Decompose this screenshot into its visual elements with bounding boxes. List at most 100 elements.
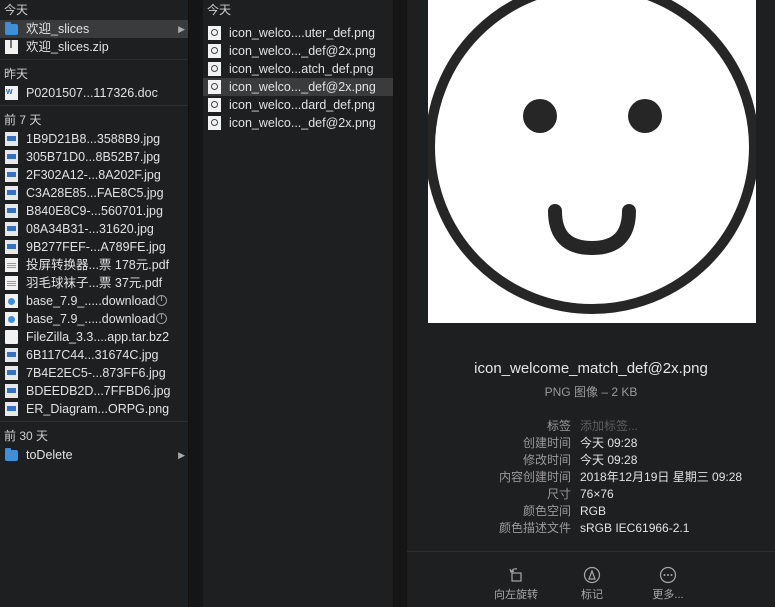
section-header: 前 7 天 [4, 113, 42, 127]
column-divider[interactable] [393, 0, 407, 607]
section-header: 今天 [4, 3, 29, 17]
folder-row[interactable]: toDelete ▶ [0, 446, 188, 464]
file-row[interactable]: 1B9D21B8...3588B9.jpg [0, 130, 188, 148]
action-label: 更多... [652, 589, 684, 601]
image-thumbnail [428, 0, 756, 323]
download-file-icon [5, 312, 18, 326]
file-name: icon_welco...dard_def.png [229, 98, 375, 112]
file-name: icon_welco..._def@2x.png [229, 80, 376, 94]
file-row[interactable]: 08A34B31-...31620.jpg [0, 220, 188, 238]
file-name: base_7.9_.....download [26, 312, 156, 326]
file-row[interactable]: C3A28E85...FAE8C5.jpg [0, 184, 188, 202]
download-file-icon [5, 294, 18, 308]
metadata-key: 颜色描述文件 [498, 521, 571, 535]
chevron-right-icon: ▶ [178, 450, 185, 460]
image-file-icon [5, 402, 18, 416]
file-row[interactable]: 羽毛球袜子...票 37元.pdf [0, 274, 188, 292]
file-name: 1B9D21B8...3588B9.jpg [26, 132, 161, 146]
file-row[interactable]: 欢迎_slices.zip [0, 38, 188, 56]
file-row[interactable]: icon_welco..._def@2x.png [203, 114, 393, 132]
image-file-icon [5, 186, 18, 200]
file-row[interactable]: 2F302A12-...8A202F.jpg [0, 166, 188, 184]
add-tags-field[interactable]: 添加标签... [580, 418, 638, 435]
file-name: base_7.9_.....download [26, 294, 156, 308]
file-name: 7B4E2EC5-...873FF6.jpg [26, 366, 166, 380]
file-name: 9B277FEF-...A789FE.jpg [26, 240, 166, 254]
file-name: BDEEDB2D...7FFBD6.jpg [26, 384, 171, 398]
metadata-key: 内容创建时间 [498, 470, 571, 484]
metadata-value: sRGB IEC61966-2.1 [580, 521, 690, 535]
image-file-icon [5, 366, 18, 380]
file-name: ER_Diagram...ORPG.png [26, 402, 170, 416]
metadata-key: 标签 [546, 419, 571, 433]
metadata-value: 2018年12月19日 星期三 09:28 [580, 470, 743, 484]
file-row[interactable]: icon_welco...atch_def.png [203, 60, 393, 78]
section-divider [0, 59, 188, 60]
png-file-icon [208, 98, 221, 112]
file-row[interactable]: 投屏转换器...票 178元.pdf [0, 256, 188, 274]
file-row[interactable]: icon_welco..._def@2x.png [203, 78, 393, 96]
file-name: toDelete [26, 448, 73, 462]
metadata-value: RGB [580, 504, 607, 518]
metadata-list: 标签 添加标签... 创建时间 今天 09:28 修改时间 今天 09:28 内容创建时间 2… [407, 418, 775, 537]
more-button[interactable]: 更多... [633, 566, 703, 602]
section-divider [0, 421, 188, 422]
metadata-value: 今天 09:28 [580, 453, 638, 467]
metadata-key: 创建时间 [522, 436, 571, 450]
file-name: 2F302A12-...8A202F.jpg [26, 168, 161, 182]
pdf-file-icon [5, 258, 18, 272]
word-doc-icon [5, 86, 18, 100]
file-name: 6B117C44...31674C.jpg [26, 348, 159, 362]
folder-icon [5, 22, 18, 35]
file-name: P0201507...117326.doc [26, 86, 158, 100]
png-file-icon [208, 62, 221, 76]
file-row[interactable]: icon_welco....uter_def.png [203, 24, 393, 42]
metadata-row: 内容创建时间 2018年12月19日 星期三 09:28 [407, 469, 775, 486]
section-header: 昨天 [4, 67, 29, 81]
file-row[interactable]: 9B277FEF-...A789FE.jpg [0, 238, 188, 256]
file-row[interactable]: FileZilla_3.3....app.tar.bz2 [0, 328, 188, 346]
metadata-row: 标签 添加标签... [407, 418, 775, 435]
markup-button[interactable]: 标记 [557, 566, 627, 602]
finder-window: 今天欢迎_slices ▶ 欢迎_slices.zip 昨天 P0201507...11… [0, 0, 775, 607]
file-name: icon_welco....uter_def.png [229, 26, 375, 40]
file-row[interactable]: 6B117C44...31674C.jpg [0, 346, 188, 364]
file-name: icon_welco...atch_def.png [229, 62, 374, 76]
file-row[interactable]: 7B4E2EC5-...873FF6.jpg [0, 364, 188, 382]
folder-row[interactable]: 欢迎_slices ▶ [0, 20, 188, 38]
file-row[interactable]: icon_welco..._def@2x.png [203, 42, 393, 60]
file-name: 欢迎_slices [26, 22, 90, 36]
action-label: 标记 [581, 589, 603, 601]
column-divider[interactable] [189, 0, 204, 607]
quick-actions: 向左旋转 标记 更多... [407, 551, 775, 607]
file-name: 08A34B31-...31620.jpg [26, 222, 154, 236]
file-name: icon_welco..._def@2x.png [229, 116, 376, 130]
file-row[interactable]: BDEEDB2D...7FFBD6.jpg [0, 382, 188, 400]
metadata-row: 颜色描述文件 sRGB IEC61966-2.1 [407, 520, 775, 537]
folder-icon [5, 448, 18, 461]
image-file-icon [5, 204, 18, 218]
file-row[interactable]: P0201507...117326.doc [0, 84, 188, 102]
file-row[interactable]: B840E8C9-...560701.jpg [0, 202, 188, 220]
metadata-row: 颜色空间 RGB [407, 503, 775, 520]
file-row[interactable]: ER_Diagram...ORPG.png [0, 400, 188, 418]
metadata-value: 76×76 [580, 487, 614, 501]
markup-icon [583, 566, 601, 584]
file-name: 羽毛球袜子...票 37元.pdf [26, 276, 163, 290]
column-browser-2: 今天 icon_welco....uter_def.png icon_welco..… [203, 0, 393, 607]
download-progress-icon [156, 295, 167, 306]
png-file-icon [208, 44, 221, 58]
file-name: C3A28E85...FAE8C5.jpg [26, 186, 164, 200]
file-row[interactable]: icon_welco...dard_def.png [203, 96, 393, 114]
section-divider [0, 105, 188, 106]
action-label: 向左旋转 [494, 589, 538, 601]
file-row[interactable]: 305B71D0...8B52B7.jpg [0, 148, 188, 166]
rotate-left-button[interactable]: 向左旋转 [481, 566, 551, 602]
zip-file-icon [5, 40, 18, 54]
image-file-icon [5, 384, 18, 398]
file-row[interactable]: base_7.9_.....download [0, 292, 188, 310]
file-name: 欢迎_slices.zip [26, 40, 109, 54]
download-progress-icon [156, 313, 167, 324]
more-icon [659, 566, 677, 584]
file-row[interactable]: base_7.9_.....download [0, 310, 188, 328]
